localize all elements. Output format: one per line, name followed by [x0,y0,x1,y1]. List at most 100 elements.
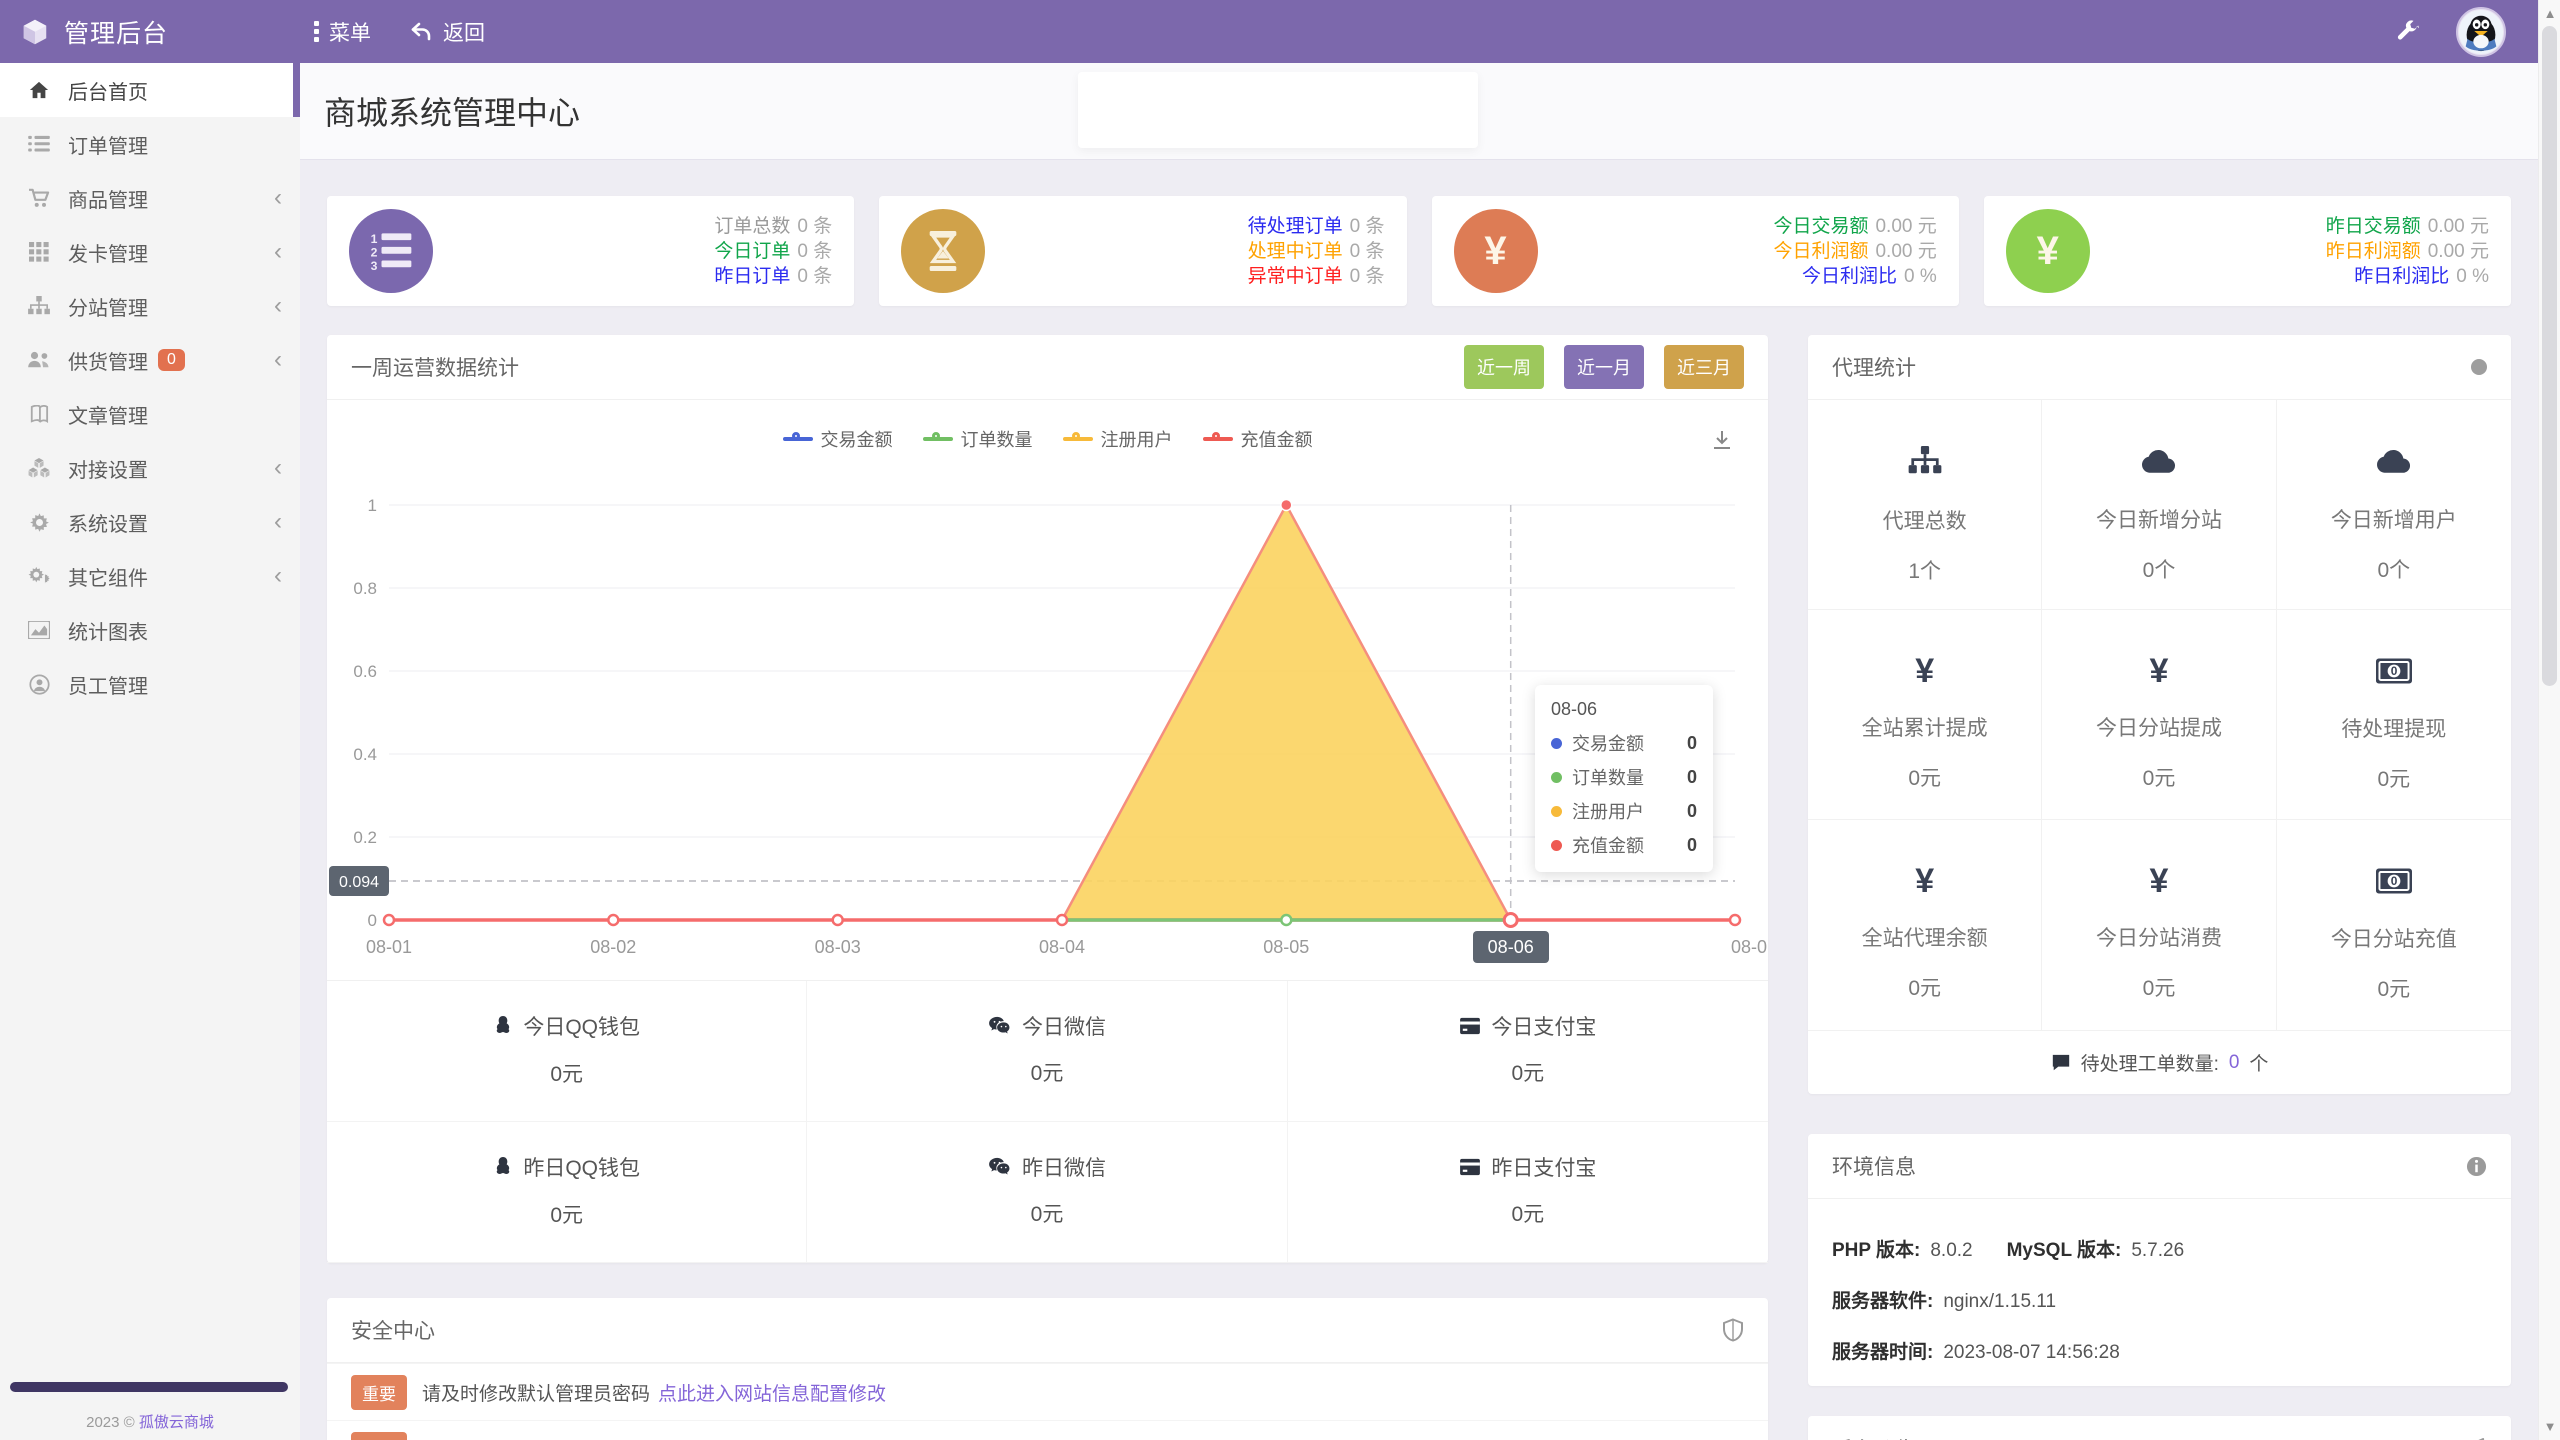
sidebar-item-label: 系统设置 [68,508,148,537]
svg-text:08-03: 08-03 [815,937,861,957]
pending-tickets-value: 0 [2229,1052,2240,1074]
shield-icon [1722,1318,1744,1342]
user-avatar[interactable] [2456,7,2506,57]
sidebar-item-staff[interactable]: 员工管理 [0,657,300,711]
chevron-left-icon: ‹ [274,348,282,372]
range-month-button[interactable]: 近一月 [1564,345,1644,389]
svg-text:08-01: 08-01 [366,937,412,957]
content: 123 订单总数0 条 今日订单0 条 昨日订单0 条 待处理订单0 条 处理中… [300,160,2538,1440]
sidebar-item-label: 订单管理 [68,130,148,159]
svg-text:2: 2 [371,245,378,259]
stat-label: 待处理订单 [1248,216,1343,237]
info-icon [2466,1156,2487,1177]
agent-label: 今日新增分站 [2042,504,2275,534]
stat-label: 昨日利润比 [2354,266,2449,287]
y-axis-pointer-badge: 0.094 [329,866,389,896]
agent-value: 0个 [2042,554,2275,584]
legend-item-users[interactable]: 注册用户 [1063,426,1173,452]
chat-icon [2051,1053,2071,1073]
security-item: 重要 当前主机的数据库用户名与密码相同，极易被黑客破解，请及时修改数据库密码 [327,1420,1768,1440]
legend-item-orders[interactable]: 订单数量 [923,426,1033,452]
page-scrollbar[interactable]: ▲ ▼ [2538,0,2560,1440]
legend-item-recharge[interactable]: 充值金额 [1203,426,1313,452]
svg-text:0.094: 0.094 [339,874,379,891]
right-column: 代理统计 代理总数 1个 今日新增分站 [1808,335,2511,1440]
sidebar-item-cards[interactable]: 发卡管理 ‹ [0,225,300,279]
sidebar-item-label: 员工管理 [68,670,148,699]
payment-cell-today-qq: 今日QQ钱包 0元 [327,981,807,1122]
cubes-icon [26,457,52,479]
yen-icon: ¥ [1915,654,1934,688]
range-week-button[interactable]: 近一周 [1464,345,1544,389]
payment-value: 0元 [807,1057,1286,1087]
agent-label: 今日分站提成 [2042,712,2275,742]
security-config-link[interactable]: 点此进入网站信息配置修改 [658,1379,886,1406]
stat-label: 订单总数 [714,216,790,237]
sidebar-item-label: 发卡管理 [68,238,148,267]
book-icon [26,403,52,425]
stat-card-rows: 昨日交易额0.00 元 昨日利润额0.00 元 昨日利润比0 % [2326,214,2511,289]
x-axis-pointer-badge: 08-06 [1473,931,1549,963]
sidebar-item-integration[interactable]: 对接设置 ‹ [0,441,300,495]
list-icon [26,133,52,155]
cube-icon [20,17,50,47]
sidebar-item-products[interactable]: 商品管理 ‹ [0,171,300,225]
sidebar-item-substations[interactable]: 分站管理 ‹ [0,279,300,333]
agent-cell-new-substations: 今日新增分站 0个 [2042,400,2276,610]
security-text: 请及时修改默认管理员密码 [422,1379,650,1406]
php-version-value: 8.0.2 [1930,1240,1972,1261]
stat-label: 今日利润额 [1773,241,1868,262]
scroll-down-arrow[interactable]: ▼ [2539,1419,2560,1434]
agent-stats-title: 代理统计 [1832,352,1916,382]
environment-card: 环境信息 PHP 版本:8.0.2 MySQL 版本:5.7.26 [1808,1134,2511,1386]
top-bar-right [2394,7,2538,57]
agent-stats-card: 代理统计 代理总数 1个 今日新增分站 [1808,335,2511,1094]
range-quarter-button[interactable]: 近三月 [1664,345,1744,389]
x-axis-ticks: 08-01 08-02 08-03 08-04 08-05 08-0 [366,937,1767,957]
payment-label: 昨日支付宝 [1491,1152,1596,1182]
svg-text:08-06: 08-06 [1488,937,1534,957]
sidebar-item-label: 对接设置 [68,454,148,483]
stat-label: 处理中订单 [1248,241,1343,262]
copyright-year: 2023 © [86,1414,139,1431]
logo[interactable]: 管理后台 [0,0,300,63]
copyright-link[interactable]: 孤傲云商城 [139,1414,214,1431]
agent-label: 待处理提现 [2277,713,2511,743]
scroll-thumb[interactable] [2542,26,2557,686]
sidebar-item-components[interactable]: 其它组件 ‹ [0,549,300,603]
stat-label: 异常中订单 [1248,266,1343,287]
svg-text:1: 1 [368,496,377,515]
agent-cell-new-users: 今日新增用户 0个 [2277,400,2511,610]
wrench-icon[interactable] [2394,19,2420,45]
chevron-left-icon: ‹ [274,456,282,480]
wechat-icon [988,1016,1012,1036]
menu-button[interactable]: 菜单 [314,17,371,47]
environment-title: 环境信息 [1832,1151,1916,1181]
scroll-up-arrow[interactable]: ▲ [2539,6,2560,21]
yen-icon: ¥ [1454,209,1538,293]
sidebar-item-articles[interactable]: 文章管理 [0,387,300,441]
top-nav: 菜单 返回 [314,17,485,47]
chart-area: 交易金额 订单数量 注册用户 [327,400,1768,980]
agent-label: 全站累计提成 [1808,712,2041,742]
sidebar-item-label: 商品管理 [68,184,148,213]
back-button[interactable]: 返回 [409,17,485,47]
security-center-card: 安全中心 重要 请及时修改默认管理员密码 点此进入网站信息配置修改 重要 [327,1298,1768,1440]
legend-item-trade[interactable]: 交易金额 [783,426,893,452]
sidebar-item-settings[interactable]: 系统设置 ‹ [0,495,300,549]
agent-cell-recharge: 0 今日分站充值 0元 [2277,820,2511,1030]
sidebar-item-label: 统计图表 [68,616,148,645]
yen-icon: ¥ [2150,654,2169,688]
sidebar-item-suppliers[interactable]: 供货管理 0 ‹ [0,333,300,387]
payment-value: 0元 [807,1198,1286,1228]
payment-cell-yesterday-alipay: 昨日支付宝 0元 [1288,1122,1768,1263]
notice-header: 后台公告 [1808,1416,2511,1440]
sidebar-item-home[interactable]: 后台首页 [0,63,300,117]
sidebar-item-charts[interactable]: 统计图表 [0,603,300,657]
gears-icon [26,565,52,587]
sidebar-item-orders[interactable]: 订单管理 [0,117,300,171]
empty-dropdown-panel [1078,72,1478,148]
stat-card-orders: 123 订单总数0 条 今日订单0 条 昨日订单0 条 [327,196,854,306]
svg-text:08-04: 08-04 [1039,937,1085,957]
chevron-left-icon: ‹ [274,510,282,534]
